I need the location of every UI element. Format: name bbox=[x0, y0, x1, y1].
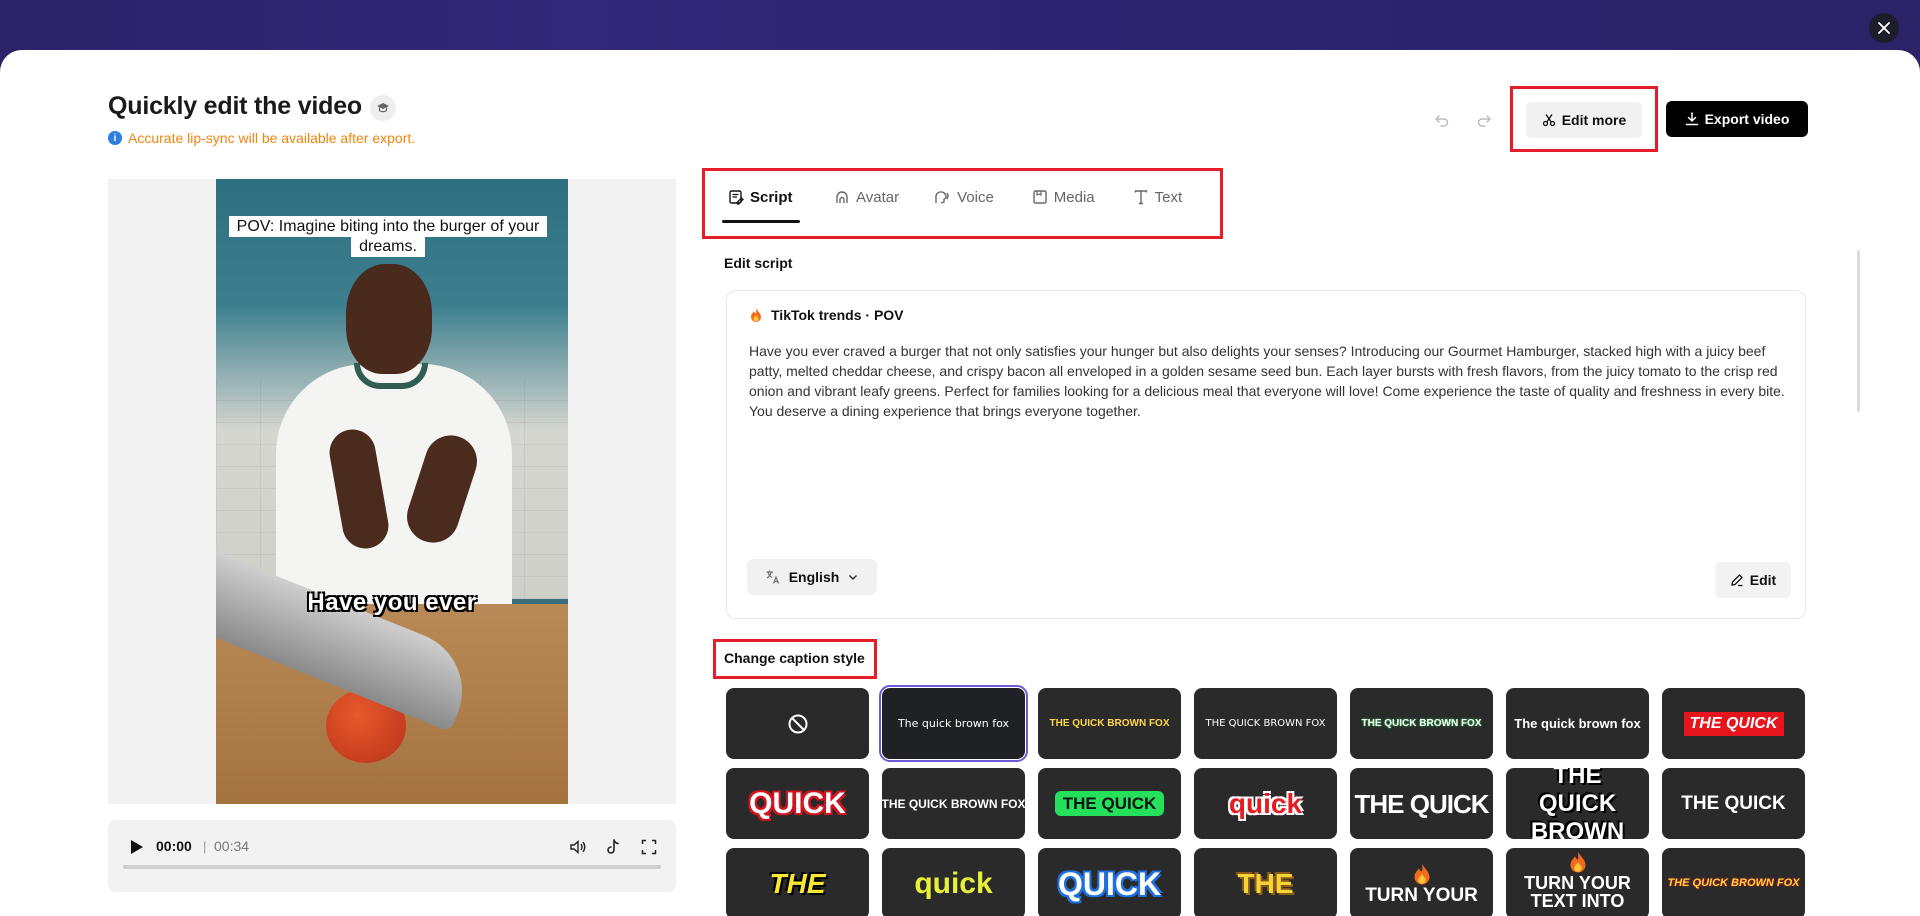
video-top-caption: POV: Imagine biting into the burger of y… bbox=[228, 216, 548, 257]
undo-button[interactable] bbox=[1428, 106, 1456, 134]
caption-style-option[interactable]: THE bbox=[1194, 848, 1337, 916]
play-icon bbox=[131, 840, 143, 854]
caption-style-option[interactable]: THE QUICK BROWN FOX bbox=[1662, 848, 1805, 916]
tab-script[interactable]: Script bbox=[722, 177, 800, 223]
caption-style-option[interactable]: quick bbox=[1194, 768, 1337, 839]
fire-icon bbox=[1414, 863, 1429, 885]
page-title: Quickly edit the video bbox=[108, 92, 362, 120]
undo-icon bbox=[1434, 115, 1449, 127]
script-editor[interactable]: TikTok trends · POV Have you ever craved… bbox=[726, 290, 1806, 619]
close-button[interactable] bbox=[1869, 13, 1899, 43]
caption-style-option[interactable]: THE QUICK bbox=[1350, 768, 1493, 839]
caption-style-option[interactable]: THE QUICK BROWN FOX bbox=[1194, 688, 1337, 759]
caption-style-option[interactable]: THE QUICK bbox=[1662, 688, 1805, 759]
fire-icon bbox=[1570, 851, 1585, 873]
caption-style-option[interactable]: quick bbox=[882, 848, 1025, 916]
avatar-icon bbox=[836, 191, 848, 203]
video-preview-panel: POV: Imagine biting into the burger of y… bbox=[108, 179, 676, 804]
fire-icon bbox=[751, 308, 761, 322]
download-icon bbox=[1685, 112, 1698, 126]
tiktok-preview-button[interactable] bbox=[602, 836, 624, 858]
graduation-cap-icon bbox=[377, 103, 389, 113]
close-icon bbox=[1878, 22, 1890, 34]
caption-style-option[interactable]: THE bbox=[726, 848, 869, 916]
quick-edit-modal: Quickly edit the video i Accurate lip-sy… bbox=[0, 50, 1920, 916]
export-video-button[interactable]: Export video bbox=[1666, 101, 1808, 137]
caption-style-option[interactable]: The quick brown fox bbox=[1506, 688, 1649, 759]
caption-style-option[interactable]: TURN YOUR bbox=[1350, 848, 1493, 916]
playback-progress-bar[interactable] bbox=[123, 865, 661, 869]
caption-style-option[interactable]: QUICK bbox=[1038, 848, 1181, 916]
current-time: 00:00 bbox=[156, 838, 192, 854]
duration: 00:34 bbox=[214, 838, 250, 854]
edit-script-heading: Edit script bbox=[724, 255, 793, 271]
pencil-icon bbox=[1730, 574, 1743, 587]
tab-text[interactable]: Text bbox=[1127, 177, 1189, 217]
volume-button[interactable] bbox=[567, 836, 589, 858]
notice-text: Accurate lip-sync will be available afte… bbox=[128, 130, 416, 146]
scrollbar[interactable] bbox=[1857, 250, 1860, 412]
script-template: TikTok trends · POV bbox=[749, 307, 904, 323]
scissors-icon bbox=[1542, 114, 1555, 127]
redo-button[interactable] bbox=[1470, 106, 1498, 134]
caption-style-option[interactable]: THE QUICK bbox=[1662, 768, 1805, 839]
tab-media[interactable]: Media bbox=[1026, 177, 1101, 217]
export-label: Export video bbox=[1704, 111, 1790, 127]
tab-avatar[interactable]: Avatar bbox=[828, 177, 905, 217]
video-player-controls: 00:00 | 00:34 bbox=[108, 820, 676, 892]
caption-style-option[interactable]: THE QUICK BROWN FOX bbox=[1350, 688, 1493, 759]
volume-icon bbox=[570, 839, 586, 855]
edit-more-button[interactable]: Edit more bbox=[1526, 102, 1642, 138]
language-select[interactable]: English bbox=[747, 559, 877, 595]
script-text[interactable]: Have you ever craved a burger that not o… bbox=[749, 341, 1789, 421]
voice-icon bbox=[935, 191, 949, 204]
chevron-down-icon bbox=[849, 574, 858, 581]
caption-style-grid: The quick brown fox THE QUICK BROWN FOX … bbox=[726, 685, 1805, 916]
info-icon: i bbox=[108, 131, 122, 145]
video-frame[interactable]: POV: Imagine biting into the burger of y… bbox=[216, 179, 568, 804]
fullscreen-button[interactable] bbox=[638, 836, 660, 858]
caption-style-heading: Change caption style bbox=[724, 650, 865, 666]
time-separator: | bbox=[203, 839, 207, 854]
play-button[interactable] bbox=[126, 837, 146, 857]
media-icon bbox=[1033, 190, 1047, 204]
caption-style-none[interactable] bbox=[726, 688, 869, 759]
tiktok-icon bbox=[607, 839, 619, 854]
lip-sync-notice: i Accurate lip-sync will be available af… bbox=[108, 130, 415, 146]
text-icon bbox=[1134, 190, 1147, 205]
redo-icon bbox=[1477, 115, 1492, 127]
no-caption-icon bbox=[788, 714, 807, 733]
caption-style-option[interactable]: The quick brown fox bbox=[879, 685, 1028, 762]
video-subtitle: Have you ever bbox=[307, 589, 477, 616]
tutorial-button[interactable] bbox=[370, 95, 396, 121]
edit-more-label: Edit more bbox=[1561, 112, 1627, 128]
caption-style-option[interactable]: THE QUICK bbox=[1038, 768, 1181, 839]
caption-style-option[interactable]: TURN YOUR TEXT INTO bbox=[1506, 848, 1649, 916]
editor-tabs: Script Avatar Voice Media Text bbox=[722, 177, 1189, 223]
caption-style-option[interactable]: QUICK bbox=[726, 768, 869, 839]
translate-icon bbox=[766, 570, 779, 584]
script-icon bbox=[729, 190, 744, 205]
caption-style-option[interactable]: THE QUICK BROWN bbox=[1506, 768, 1649, 839]
caption-style-option[interactable]: THE QUICK BROWN FOX bbox=[1038, 688, 1181, 759]
tab-voice[interactable]: Voice bbox=[927, 177, 1000, 217]
caption-style-option[interactable]: THE QUICK BROWN FOX bbox=[882, 768, 1025, 839]
edit-script-button[interactable]: Edit bbox=[1715, 562, 1791, 598]
fullscreen-icon bbox=[641, 839, 657, 855]
